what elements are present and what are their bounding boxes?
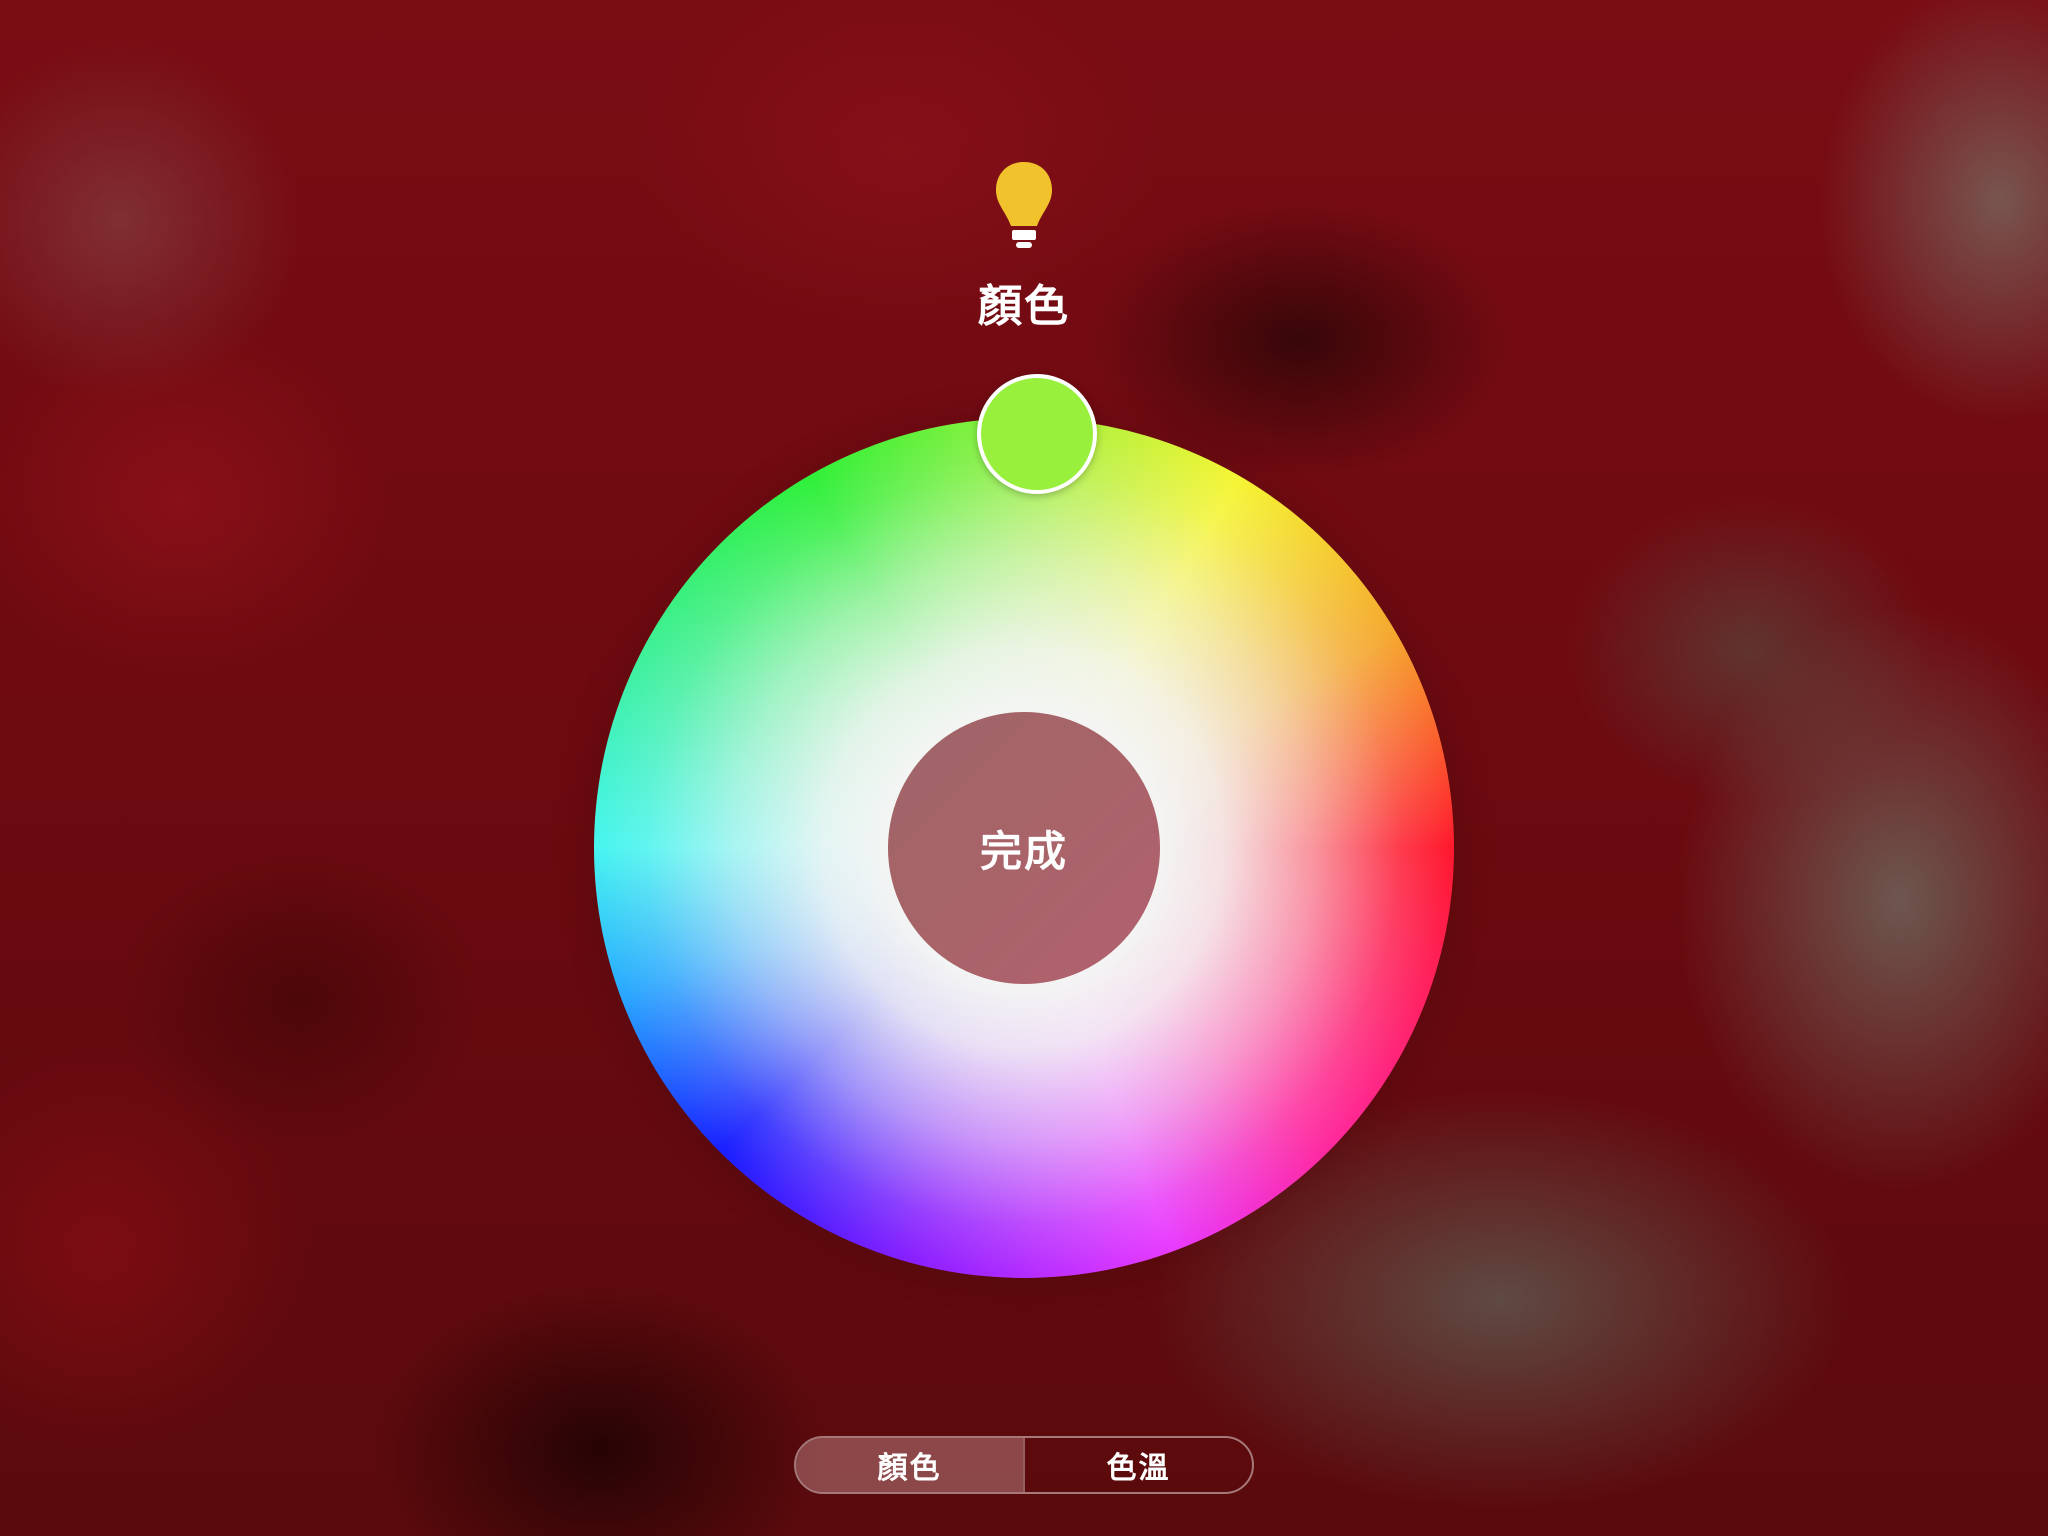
done-button[interactable]: 完成 — [888, 712, 1160, 984]
mode-segmented-control: 顏色 色溫 — [794, 1436, 1254, 1494]
segment-color-temperature[interactable]: 色溫 — [1023, 1438, 1252, 1492]
page-title: 顏色 — [978, 281, 1070, 332]
lightbulb-icon — [996, 162, 1052, 248]
color-picker-knob[interactable] — [977, 374, 1097, 494]
segment-color[interactable]: 顏色 — [796, 1438, 1023, 1492]
